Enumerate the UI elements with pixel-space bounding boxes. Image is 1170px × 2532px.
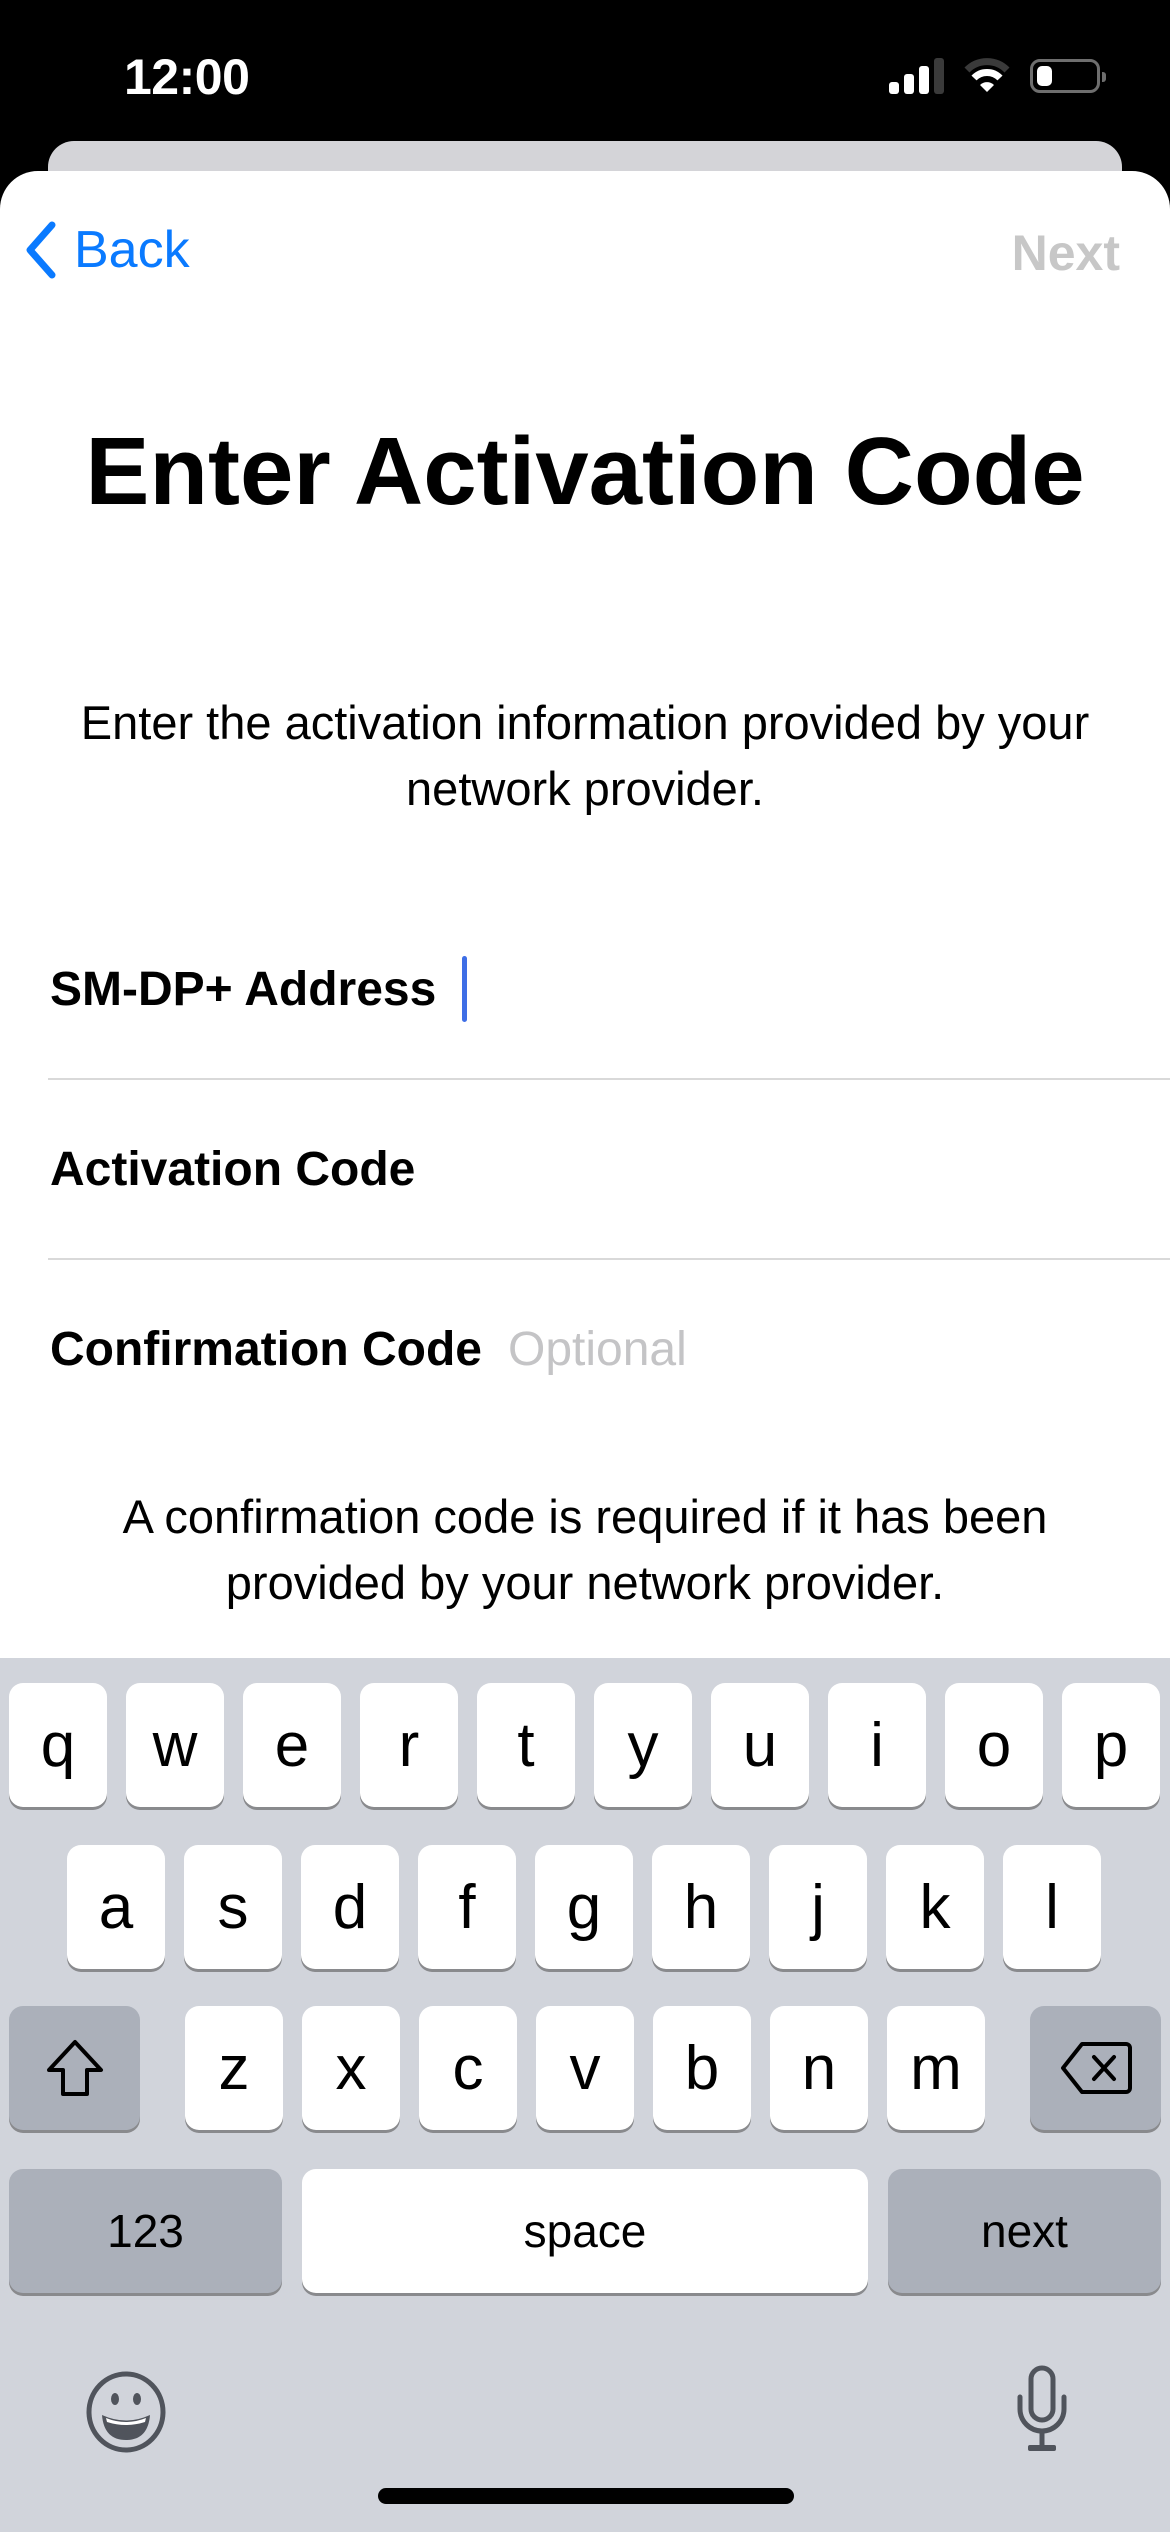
key-i[interactable]: i <box>828 1683 926 1807</box>
key-f[interactable]: f <box>418 1845 516 1969</box>
battery-level <box>1037 66 1052 86</box>
signal-bar <box>889 82 899 94</box>
keyboard: 123 space next qwertyuiop asdfghjkl zxcvbn… <box>0 1658 1170 2532</box>
signal-bar <box>919 66 929 94</box>
chevron-left-icon <box>26 221 56 279</box>
key-p[interactable]: p <box>1062 1683 1160 1807</box>
confirmation-code-input[interactable] <box>507 1321 1170 1377</box>
back-button[interactable]: Back <box>24 220 190 280</box>
key-u[interactable]: u <box>711 1683 809 1807</box>
key-s[interactable]: s <box>184 1845 282 1969</box>
key-x[interactable]: x <box>302 2006 400 2130</box>
status-time: 12:00 <box>124 49 250 105</box>
cellular-signal-icon <box>889 58 944 94</box>
smdp-address-input[interactable] <box>471 961 1170 1017</box>
next-button[interactable]: Next <box>1012 224 1120 282</box>
key-r[interactable]: r <box>360 1683 458 1807</box>
confirmation-note: A confirmation code is required if it ha… <box>122 1490 1048 1609</box>
emoji-icon[interactable] <box>84 2370 168 2454</box>
key-m[interactable]: m <box>887 2006 985 2130</box>
text-cursor <box>462 956 468 1022</box>
signal-bar <box>904 74 914 94</box>
confirmation-code-label: Confirmation Code <box>50 1322 482 1376</box>
delete-key[interactable] <box>1030 2006 1161 2130</box>
key-c[interactable]: c <box>419 2006 517 2130</box>
shift-arrow-icon <box>46 2040 103 2096</box>
confirmation-code-field[interactable]: Confirmation Code <box>50 1260 1170 1438</box>
key-k[interactable]: k <box>886 1845 984 1969</box>
backspace-icon <box>1060 2042 1132 2094</box>
signal-bar <box>934 58 944 94</box>
page-subtitle: Enter the activation information provide… <box>80 696 1090 815</box>
key-w[interactable]: w <box>126 1683 224 1807</box>
status-icons <box>889 56 1106 96</box>
key-l[interactable]: l <box>1003 1845 1101 1969</box>
microphone-icon[interactable] <box>1010 2365 1074 2455</box>
key-b[interactable]: b <box>653 2006 751 2130</box>
key-h[interactable]: h <box>652 1845 750 1969</box>
key-y[interactable]: y <box>594 1683 692 1807</box>
page-title: Enter Activation Code <box>85 418 1085 525</box>
back-label: Back <box>74 221 190 279</box>
smdp-address-field[interactable]: SM-DP+ Address <box>50 900 1170 1078</box>
key-e[interactable]: e <box>243 1683 341 1807</box>
battery-icon <box>1030 59 1106 93</box>
key-v[interactable]: v <box>536 2006 634 2130</box>
next-key[interactable]: next <box>888 2169 1161 2293</box>
shift-key[interactable] <box>9 2006 140 2130</box>
key-j[interactable]: j <box>769 1845 867 1969</box>
activation-code-field[interactable]: Activation Code <box>50 1080 1170 1258</box>
key-a[interactable]: a <box>67 1845 165 1969</box>
wifi-icon <box>964 58 1010 92</box>
key-g[interactable]: g <box>535 1845 633 1969</box>
home-indicator[interactable] <box>378 2488 794 2504</box>
space-key[interactable]: space <box>302 2169 868 2293</box>
key-t[interactable]: t <box>477 1683 575 1807</box>
numbers-key[interactable]: 123 <box>9 2169 282 2293</box>
activation-code-label: Activation Code <box>50 1142 416 1196</box>
key-n[interactable]: n <box>770 2006 868 2130</box>
key-z[interactable]: z <box>185 2006 283 2130</box>
smdp-address-label: SM-DP+ Address <box>50 962 437 1016</box>
key-q[interactable]: q <box>9 1683 107 1807</box>
status-bar: 12:00 <box>0 0 1170 140</box>
key-d[interactable]: d <box>301 1845 399 1969</box>
activation-code-input[interactable] <box>441 1141 1170 1197</box>
key-o[interactable]: o <box>945 1683 1043 1807</box>
